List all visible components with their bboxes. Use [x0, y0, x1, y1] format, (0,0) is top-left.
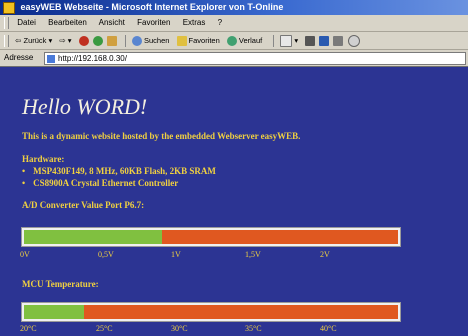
discuss-icon[interactable]: [333, 36, 344, 47]
scale-tick-label: 1V: [171, 250, 181, 259]
address-label: Adresse: [4, 53, 34, 62]
mcu-temperature-gauge: [22, 303, 400, 321]
search-icon: [131, 36, 142, 47]
scale-tick-label: 40°C: [320, 324, 337, 333]
messenger-icon[interactable]: [347, 35, 360, 48]
mcu-scale: 20°C 25°C 30°C 35°C 40°C: [20, 324, 396, 334]
address-input[interactable]: http://192.168.0.30/: [44, 52, 466, 65]
refresh-icon[interactable]: [92, 36, 103, 47]
page-icon: [47, 54, 55, 63]
address-url: http://192.168.0.30/: [58, 54, 127, 63]
history-button[interactable]: Verlauf: [226, 32, 262, 49]
menu-bearbeiten[interactable]: Bearbeiten: [48, 18, 87, 27]
menu-extras[interactable]: Extras: [183, 18, 206, 27]
menu-bar: Datei Bearbeiten Ansicht Favoriten Extra…: [0, 15, 468, 32]
scale-tick-label: 0V: [20, 250, 30, 259]
ad-heading: A/D Converter Value Port P6.7:: [22, 200, 145, 210]
ad-value-gauge: [22, 228, 400, 246]
edit-icon[interactable]: [319, 36, 330, 47]
back-button[interactable]: ⇦ Zurück ▾: [15, 32, 52, 49]
hardware-heading: Hardware:: [22, 154, 65, 164]
favorites-icon: [176, 36, 187, 47]
gauge-fill: [24, 305, 84, 319]
print-icon[interactable]: [305, 36, 316, 47]
address-bar: Adresse http://192.168.0.30/: [0, 50, 468, 67]
gauge-remainder: [162, 230, 398, 244]
back-arrow-icon: ⇦: [15, 36, 22, 45]
intro-text: This is a dynamic website hosted by the …: [22, 131, 301, 141]
menu-ansicht[interactable]: Ansicht: [99, 18, 125, 27]
favorites-button[interactable]: Favoriten: [176, 32, 220, 49]
menu-help[interactable]: ?: [218, 18, 222, 27]
scale-tick-label: 25°C: [96, 324, 113, 333]
mail-icon: [280, 35, 293, 48]
forward-button[interactable]: ⇨ ▾: [59, 32, 71, 49]
mail-button[interactable]: ▾: [280, 32, 298, 49]
hardware-item: MSP430F149, 8 MHz, 60KB Flash, 2KB SRAM: [22, 165, 216, 177]
toolbar-separator: [273, 35, 275, 48]
menubar-grip: [4, 16, 9, 29]
scale-tick-label: 0,5V: [98, 250, 114, 259]
page-heading: Hello WORD!: [22, 94, 148, 119]
scale-tick-label: 30°C: [171, 324, 188, 333]
home-icon[interactable]: [106, 36, 117, 47]
ie-app-icon: [3, 1, 15, 14]
toolbar-separator: [124, 35, 126, 48]
mcu-heading: MCU Temperature:: [22, 279, 99, 289]
hardware-list: MSP430F149, 8 MHz, 60KB Flash, 2KB SRAM …: [22, 165, 216, 189]
search-button[interactable]: Suchen: [131, 32, 169, 49]
scale-tick-label: 35°C: [245, 324, 262, 333]
scale-tick-label: 2V: [320, 250, 330, 259]
scale-tick-label: 20°C: [20, 324, 37, 333]
title-bar: easyWEB Webseite - Microsoft Internet Ex…: [0, 0, 468, 15]
toolbar: ⇦ Zurück ▾ ⇨ ▾ Suchen Favoriten Verlauf …: [0, 32, 468, 50]
toolbar-grip: [4, 35, 9, 48]
page-content: Hello WORD! This is a dynamic website ho…: [0, 67, 468, 336]
menu-favoriten[interactable]: Favoriten: [137, 18, 170, 27]
forward-arrow-icon: ⇨: [59, 36, 66, 45]
hardware-item: CS8900A Crystal Ethernet Controller: [22, 177, 216, 189]
menu-datei[interactable]: Datei: [17, 18, 36, 27]
gauge-remainder: [83, 305, 398, 319]
ad-scale: 0V 0,5V 1V 1,5V 2V: [20, 250, 396, 260]
browser-window: easyWEB Webseite - Microsoft Internet Ex…: [0, 0, 468, 336]
stop-icon[interactable]: [78, 36, 89, 47]
scale-tick-label: 1,5V: [245, 250, 261, 259]
history-icon: [226, 36, 237, 47]
window-title: easyWEB Webseite - Microsoft Internet Ex…: [20, 2, 284, 12]
gauge-fill: [24, 230, 163, 244]
